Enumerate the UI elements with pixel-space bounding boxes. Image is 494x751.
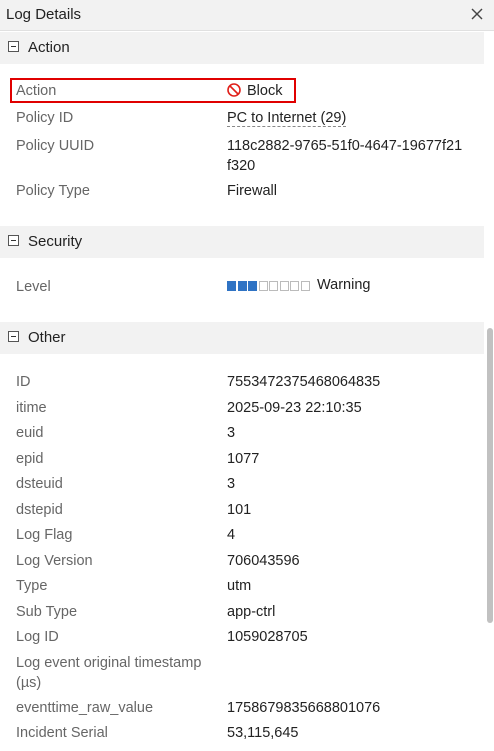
- row-value-policy-id[interactable]: PC to Internet (29): [227, 108, 347, 128]
- section-label-security: Security: [28, 233, 83, 250]
- level-segment: [237, 281, 247, 291]
- row-label: ID: [16, 374, 31, 390]
- section-header-security[interactable]: Security: [0, 226, 484, 258]
- section-header-action[interactable]: Action: [0, 32, 484, 64]
- row-value-policy-uuid-line2: f320: [227, 158, 256, 174]
- row-value: 3: [227, 425, 236, 441]
- collapse-icon[interactable]: [8, 41, 19, 52]
- row-label: Log Version: [16, 553, 93, 569]
- row-label: Log ID: [16, 629, 59, 645]
- row-label-line2: (µs): [16, 675, 42, 691]
- row-value-action: Block: [227, 81, 282, 101]
- block-icon: [227, 83, 241, 97]
- level-value: Warning: [317, 277, 371, 293]
- action-value-text: Block: [247, 83, 283, 99]
- row-label: euid: [16, 425, 44, 441]
- row-value: 1077: [227, 451, 260, 467]
- row-label-policy-type: Policy Type: [16, 183, 90, 199]
- row-value-policy-uuid-line1: 118c2882-9765-51f0-4647-19677f21: [227, 138, 463, 154]
- row-value: 7553472375468064835: [227, 374, 381, 390]
- section-header-other[interactable]: Other: [0, 322, 484, 354]
- panel-title: Log Details: [6, 6, 82, 23]
- row-label: Type: [16, 578, 48, 594]
- row-label: eventtime_raw_value: [16, 700, 154, 716]
- row-label: epid: [16, 451, 44, 467]
- row-value: 53,115,645: [227, 725, 299, 741]
- row-value: 1059028705: [227, 629, 308, 645]
- scrollbar-thumb[interactable]: [487, 328, 493, 623]
- level-segment: [300, 281, 310, 291]
- level-segment: [290, 281, 299, 291]
- row-label: dstepid: [16, 502, 63, 518]
- row-value: 706043596: [227, 553, 300, 569]
- level-segment: [269, 281, 278, 291]
- policy-id-link[interactable]: PC to Internet (29): [227, 110, 347, 127]
- row-value: 101: [227, 502, 252, 518]
- section-label-action: Action: [28, 39, 70, 56]
- row-value: 2025-09-23 22:10:35: [227, 400, 362, 416]
- title-bar: Log Details: [0, 0, 494, 31]
- level-segment: [227, 281, 236, 291]
- close-icon[interactable]: [468, 5, 486, 23]
- row-label-policy-uuid: Policy UUID: [16, 138, 95, 154]
- row-value: 4: [227, 527, 236, 543]
- collapse-icon[interactable]: [8, 235, 19, 246]
- level-segment: [248, 281, 257, 291]
- row-value: app-ctrl: [227, 604, 276, 620]
- row-label: Incident Serial: [16, 725, 108, 741]
- row-label-action: Action: [16, 83, 57, 99]
- row-value-policy-type: Firewall: [227, 183, 277, 199]
- row-value: 3: [227, 476, 236, 492]
- row-value: 1758679835668801076: [227, 700, 381, 716]
- level-segment: [258, 281, 268, 291]
- row-label-policy-id: Policy ID: [16, 110, 74, 126]
- row-value: utm: [227, 578, 252, 594]
- row-label-line1: Log event original timestamp: [16, 655, 202, 671]
- row-label: Log Flag: [16, 527, 73, 543]
- level-segment: [279, 281, 289, 291]
- row-label: dsteuid: [16, 476, 63, 492]
- collapse-icon[interactable]: [8, 331, 19, 342]
- row-label: Sub Type: [16, 604, 78, 620]
- section-label-other: Other: [28, 329, 66, 346]
- row-label-level: Level: [16, 279, 51, 295]
- row-label: itime: [16, 400, 47, 416]
